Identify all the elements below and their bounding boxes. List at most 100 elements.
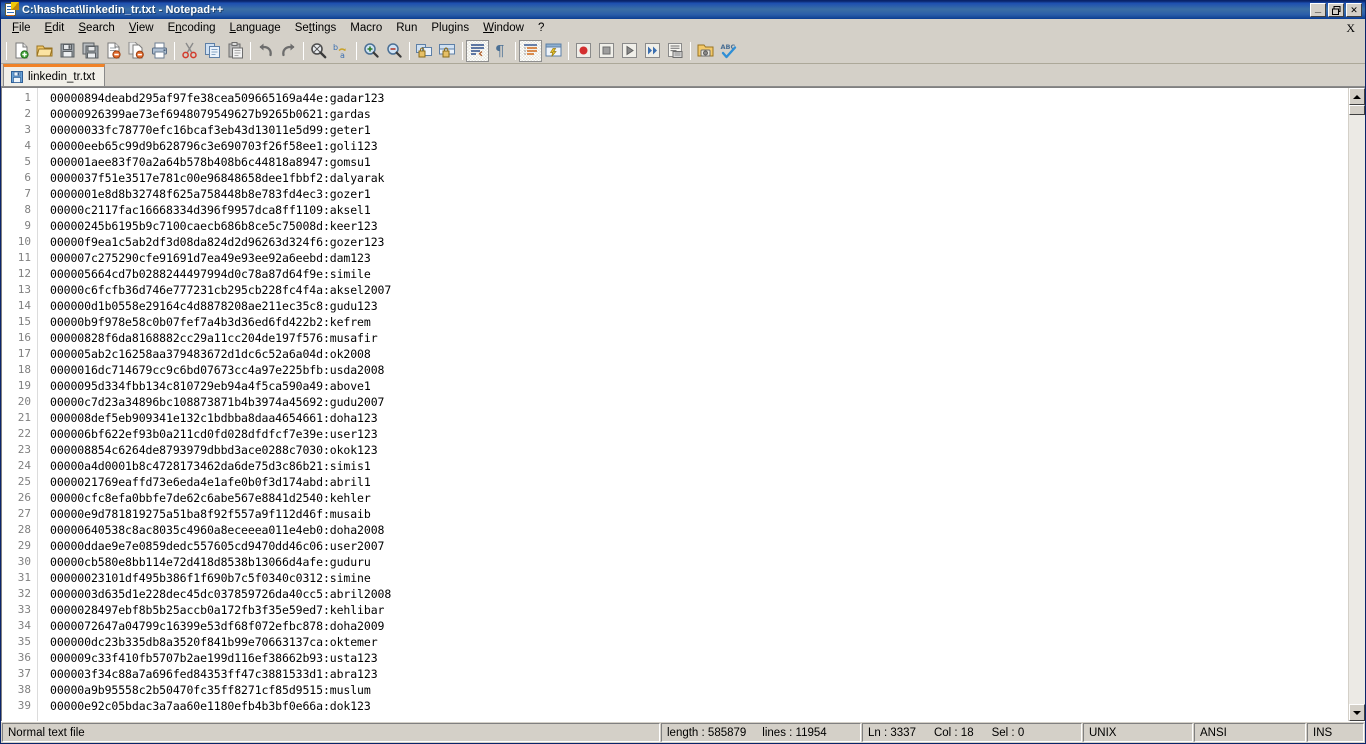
menu-window[interactable]: Window xyxy=(476,20,531,37)
code-line[interactable]: 00000245b6195b9c7100caecb686b8ce5c75008d… xyxy=(50,218,1348,234)
close-button[interactable]: ✕ xyxy=(1346,3,1362,17)
menu-view[interactable]: View xyxy=(122,20,161,37)
menu-settings[interactable]: Settings xyxy=(288,20,344,37)
code-line[interactable]: 00000023101df495b386f1f690b7c5f0340c0312… xyxy=(50,570,1348,586)
title-bar: C:\hashcat\linkedin_tr.txt - Notepad++ _… xyxy=(1,1,1365,19)
print-icon[interactable] xyxy=(148,40,171,62)
maximize-restore-button[interactable] xyxy=(1328,3,1344,17)
code-line[interactable]: 0000016dc714679cc9c6bd07673cc4a97e225bfb… xyxy=(50,362,1348,378)
minimize-button[interactable]: _ xyxy=(1310,3,1326,17)
menu-help[interactable]: ? xyxy=(531,20,551,37)
code-line[interactable]: 00000926399ae73ef6948079549627b9265b0621… xyxy=(50,106,1348,122)
code-line[interactable]: 00000eeb65c99d9b628796c3e690703f26f58ee1… xyxy=(50,138,1348,154)
code-line[interactable]: 00000cfc8efa0bbfe7de62c6abe567e8841d2540… xyxy=(50,490,1348,506)
copy-icon[interactable] xyxy=(201,40,224,62)
line-number: 16 xyxy=(17,331,31,344)
undo-icon[interactable] xyxy=(254,40,277,62)
code-line[interactable]: 000005ab2c16258aa379483672d1dc6c52a6a04d… xyxy=(50,346,1348,362)
show-all-characters-icon[interactable]: ¶ xyxy=(489,40,512,62)
menu-search[interactable]: Search xyxy=(71,20,121,37)
tab-linkedin-tr-txt[interactable]: linkedin_tr.txt xyxy=(3,64,106,86)
sync-horizontal-scroll-icon[interactable] xyxy=(436,40,459,62)
code-line[interactable]: 000001aee83f70a2a64b578b408b6c44818a8947… xyxy=(50,154,1348,170)
text-content[interactable]: 00000894deabd295af97fe38cea509665169a44e… xyxy=(41,88,1348,721)
zoom-out-icon[interactable] xyxy=(383,40,406,62)
code-line[interactable]: 000000d1b0558e29164c4d8878208ae211ec35c8… xyxy=(50,298,1348,314)
code-line[interactable]: 00000e92c05bdac3a7aa60e1180efb4b3bf0e66a… xyxy=(50,698,1348,714)
code-line[interactable]: 0000037f51e3517e781c00e96848658dee1fbbf2… xyxy=(50,170,1348,186)
code-line[interactable]: 000008def5eb909341e132c1bdbba8daa4654661… xyxy=(50,410,1348,426)
status-insert-mode[interactable]: INS xyxy=(1307,723,1364,742)
code-line[interactable]: 00000a4d0001b8c4728173462da6de75d3c86b21… xyxy=(50,458,1348,474)
vertical-scrollbar[interactable] xyxy=(1348,88,1365,721)
code-line[interactable]: 000007c275290cfe91691d7ea49e93ee92a6eebd… xyxy=(50,250,1348,266)
word-wrap-icon[interactable] xyxy=(466,39,489,62)
status-encoding[interactable]: ANSI xyxy=(1194,723,1306,742)
menu-plugins[interactable]: Plugins xyxy=(424,20,476,37)
close-document-button[interactable]: X xyxy=(1340,19,1365,39)
user-defined-dialog-icon[interactable] xyxy=(542,40,565,62)
macro-save-icon[interactable] xyxy=(664,40,687,62)
code-line[interactable]: 0000021769eaffd73e6eda4e1afe0b0f3d174abd… xyxy=(50,474,1348,490)
indent-guide-icon[interactable] xyxy=(519,39,542,62)
menu-encoding[interactable]: Encoding xyxy=(161,20,223,37)
code-line[interactable]: 000003f34c88a7a696fed84353ff47c3881533d1… xyxy=(50,666,1348,682)
code-line[interactable]: 000005664cd7b0288244497994d0c78a87d64f9e… xyxy=(50,266,1348,282)
code-line[interactable]: 00000cb580e8bb114e72d418d8538b13066d4afe… xyxy=(50,554,1348,570)
folder-as-workspace-icon[interactable] xyxy=(694,40,717,62)
code-line[interactable]: 000000dc23b335db8a3520f841b99e70663137ca… xyxy=(50,634,1348,650)
replace-icon[interactable]: ba xyxy=(330,40,353,62)
code-line[interactable]: 00000ddae9e7e0859dedc557605cd9470dd46c06… xyxy=(50,538,1348,554)
paste-icon[interactable] xyxy=(224,40,247,62)
save-icon[interactable] xyxy=(56,40,79,62)
scrollbar-track[interactable] xyxy=(1349,115,1365,704)
code-line[interactable]: 0000028497ebf8b5b25accb0a172fb3f35e59ed7… xyxy=(50,602,1348,618)
code-line[interactable]: 00000a9b95558c2b50470fc35ff8271cf85d9515… xyxy=(50,682,1348,698)
scrollbar-thumb[interactable] xyxy=(1349,105,1365,115)
macro-playback-multiple-icon[interactable] xyxy=(641,40,664,62)
redo-icon[interactable] xyxy=(277,40,300,62)
line-number: 37 xyxy=(17,667,31,680)
code-line[interactable]: 000009c33f410fb5707b2ae199d116ef38662b93… xyxy=(50,650,1348,666)
code-line[interactable]: 00000c6fcfb36d746e777231cb295cb228fc4f4a… xyxy=(50,282,1348,298)
code-line[interactable]: 00000b9f978e58c0b07fef7a4b3d36ed6fd422b2… xyxy=(50,314,1348,330)
close-file-icon[interactable] xyxy=(102,40,125,62)
code-line[interactable]: 00000828f6da8168882cc29a11cc204de197f576… xyxy=(50,330,1348,346)
editor-area[interactable]: 1 2 3 4 5 6 7 8 9 10 11 12 13 14 15 16 17 18 19 20 21 22 23 24 2… xyxy=(1,87,1365,721)
menu-language[interactable]: Language xyxy=(223,20,288,37)
code-line[interactable]: 00000894deabd295af97fe38cea509665169a44e… xyxy=(50,90,1348,106)
code-line[interactable]: 000006bf622ef93b0a211cd0fd028dfdfcf7e39e… xyxy=(50,426,1348,442)
menu-file[interactable]: FFileile xyxy=(5,20,38,37)
macro-stop-icon[interactable] xyxy=(595,40,618,62)
scroll-up-button[interactable] xyxy=(1349,88,1365,105)
sync-vertical-scroll-icon[interactable] xyxy=(413,40,436,62)
code-line[interactable]: 00000033fc78770efc16bcaf3eb43d13011e5d99… xyxy=(50,122,1348,138)
close-all-files-icon[interactable] xyxy=(125,40,148,62)
status-lines: lines : 11954 xyxy=(762,726,827,739)
scroll-down-button[interactable] xyxy=(1349,704,1365,721)
code-line[interactable]: 00000c7d23a34896bc108873871b4b3974a45692… xyxy=(50,394,1348,410)
new-file-icon[interactable] xyxy=(10,40,33,62)
code-line[interactable]: 0000072647a04799c16399e53df68f072efbc878… xyxy=(50,618,1348,634)
status-eol-format[interactable]: UNIX xyxy=(1083,723,1193,742)
code-line[interactable]: 0000001e8d8b32748f625a758448b8e783fd4ec3… xyxy=(50,186,1348,202)
save-all-icon[interactable] xyxy=(79,40,102,62)
spell-check-icon[interactable]: ABC xyxy=(717,40,740,62)
code-line[interactable]: 00000e9d781819275a51ba8f92f557a9f112d46f… xyxy=(50,506,1348,522)
open-file-icon[interactable] xyxy=(33,40,56,62)
line-number: 28 xyxy=(17,523,31,536)
code-line[interactable]: 00000640538c8ac8035c4960a8eceeea011e4eb0… xyxy=(50,522,1348,538)
code-line[interactable]: 00000c2117fac16668334d396f9957dca8ff1109… xyxy=(50,202,1348,218)
zoom-in-icon[interactable] xyxy=(360,40,383,62)
code-line[interactable]: 0000003d635d1e228dec45dc037859726da40cc5… xyxy=(50,586,1348,602)
macro-play-icon[interactable] xyxy=(618,40,641,62)
code-line[interactable]: 00000f9ea1c5ab2df3d08da824d2d96263d324f6… xyxy=(50,234,1348,250)
code-line[interactable]: 000008854c6264de8793979dbbd3ace0288c7030… xyxy=(50,442,1348,458)
find-icon[interactable] xyxy=(307,40,330,62)
menu-macro[interactable]: Macro xyxy=(343,20,389,37)
menu-edit[interactable]: Edit xyxy=(38,20,72,37)
menu-run[interactable]: Run xyxy=(389,20,424,37)
cut-icon[interactable] xyxy=(178,40,201,62)
macro-record-icon[interactable] xyxy=(572,40,595,62)
code-line[interactable]: 0000095d334fbb134c810729eb94a4f5ca590a49… xyxy=(50,378,1348,394)
